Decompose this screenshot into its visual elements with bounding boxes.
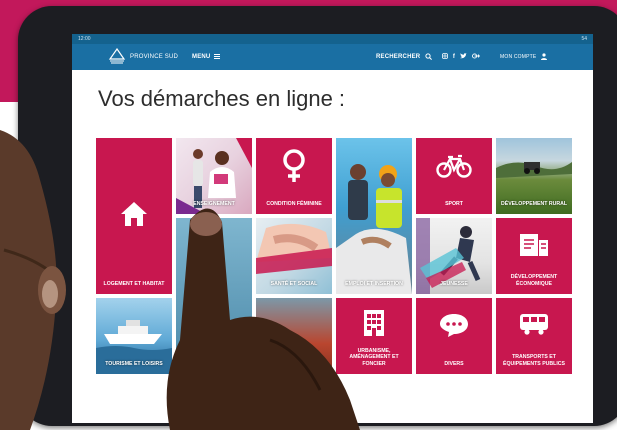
tile-jeunesse[interactable]: JEUNESSE <box>416 218 492 294</box>
tile-transports[interactable]: TRANSPORTS ET ÉQUIPEMENTS PUBLICS <box>496 298 572 374</box>
tile-label: JEUNESSE <box>440 280 468 287</box>
status-indicator: 54 <box>581 36 587 42</box>
instagram-icon[interactable] <box>442 53 448 60</box>
account-button[interactable]: MON COMPTE <box>500 44 548 70</box>
bus-icon <box>520 314 548 335</box>
user-icon <box>541 53 548 61</box>
search-button[interactable]: RECHERCHER <box>376 44 433 70</box>
status-time: 12:00 <box>78 36 91 42</box>
account-label: MON COMPTE <box>500 54 537 60</box>
social-links: f <box>442 44 481 70</box>
search-label: RECHERCHER <box>376 54 421 60</box>
hamburger-icon <box>214 53 221 59</box>
bicycle-icon <box>436 154 472 178</box>
form-icon <box>520 234 548 256</box>
province-logo-icon[interactable] <box>108 48 126 64</box>
house-icon <box>121 202 147 226</box>
menu-button[interactable]: MENU <box>192 44 221 70</box>
tile-label: SPORT <box>445 200 463 207</box>
chat-icon <box>440 314 468 337</box>
tile-label: DÉVELOPPEMENT RURAL <box>500 200 567 207</box>
status-bar: 12:00 54 <box>72 34 593 44</box>
google-plus-icon[interactable] <box>471 53 481 59</box>
tile-sport[interactable]: SPORT <box>416 138 492 214</box>
search-icon <box>425 53 433 60</box>
tile-developpement-rural[interactable]: DÉVELOPPEMENT RURAL <box>496 138 572 214</box>
tile-developpement-economique[interactable]: DÉVELOPPEMENT ÉCONOMIQUE <box>496 218 572 294</box>
page-title: Vos démarches en ligne : <box>98 86 346 111</box>
tile-label: DÉVELOPPEMENT ÉCONOMIQUE <box>510 274 558 287</box>
menu-label: MENU <box>192 54 211 60</box>
tile-label: DIVERS <box>444 360 464 367</box>
twitter-icon[interactable] <box>459 53 467 59</box>
tile-divers[interactable]: DIVERS <box>416 298 492 374</box>
facebook-icon[interactable]: f <box>453 54 455 60</box>
left-hand <box>0 130 66 430</box>
tile-label: TRANSPORTS ET ÉQUIPEMENTS PUBLICS <box>503 354 565 367</box>
right-hand <box>166 208 360 430</box>
site-navbar: PROVINCE SUD MENU RECHERCHER f MON COMPT… <box>72 44 593 70</box>
brand-name[interactable]: PROVINCE SUD <box>130 44 178 70</box>
female-symbol-icon <box>283 149 305 182</box>
